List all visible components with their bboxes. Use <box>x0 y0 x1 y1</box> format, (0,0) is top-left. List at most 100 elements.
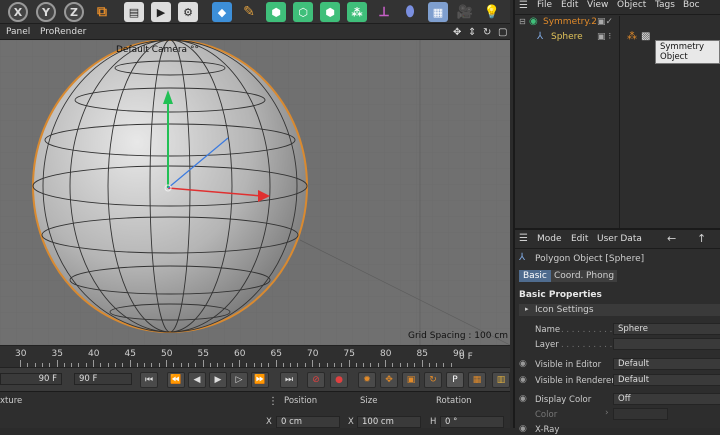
light-icon[interactable]: 💡 <box>482 2 502 22</box>
subdivision-surface-icon[interactable]: ⬢ <box>266 2 286 22</box>
coordinate-system-icon[interactable]: ⧉ <box>92 2 112 22</box>
array-icon[interactable]: ⬢ <box>320 2 340 22</box>
position-x-field[interactable]: 0 cm <box>276 416 340 428</box>
zoom-view-icon[interactable]: ⇕ <box>468 27 476 38</box>
autokey-icon[interactable]: ● <box>330 372 348 388</box>
hamburger-icon[interactable]: ☰ <box>519 233 528 244</box>
rotation-header: Rotation <box>436 396 472 406</box>
scene-icon[interactable]: ⬮ <box>400 2 420 22</box>
pen-spline-icon[interactable]: ✎ <box>239 2 259 22</box>
param-key-icon[interactable]: P <box>446 372 464 388</box>
visible-editor-select[interactable]: Default <box>613 358 720 370</box>
menu-file[interactable]: File <box>537 0 552 10</box>
keyframe-selection-icon[interactable]: ✹ <box>358 372 376 388</box>
visibility-dots-icon[interactable]: ▣ ⁝ <box>597 32 611 42</box>
3d-viewport[interactable]: Default Camera °° Grid Spacing : 100 cm <box>0 40 510 345</box>
cloner-icon[interactable]: ⁂ <box>347 2 367 22</box>
menu-edit[interactable]: Edit <box>571 234 588 244</box>
record-icon[interactable]: ⊘ <box>307 372 325 388</box>
xray-radio-icon[interactable]: ◉ <box>519 424 527 434</box>
visible-renderer-label: Visible in Renderer <box>535 376 615 386</box>
render-view-icon[interactable]: ▤ <box>124 2 144 22</box>
pla-key-icon[interactable]: ▦ <box>468 372 486 388</box>
up-arrow-icon[interactable]: ↑ <box>697 232 706 245</box>
menu-mode[interactable]: Mode <box>537 234 562 244</box>
name-field[interactable]: Sphere <box>613 323 720 335</box>
position-key-icon[interactable]: ✥ <box>380 372 398 388</box>
color-expand-icon[interactable]: › <box>605 408 609 418</box>
symmetry-icon: ◉ <box>529 16 538 27</box>
menu-boc[interactable]: Boc <box>683 0 700 10</box>
next-key-icon[interactable]: ⏩ <box>251 372 269 388</box>
collapse-icon[interactable]: ⊟ <box>519 17 526 26</box>
camera-mark: °° <box>189 45 199 55</box>
prorender-menu[interactable]: ProRender <box>40 27 86 37</box>
menu-user-data[interactable]: User Data <box>597 234 642 244</box>
layer-check-icon[interactable]: ▣✓ <box>597 17 613 27</box>
display-color-label: Display Color <box>535 395 592 405</box>
move-view-icon[interactable]: ✥ <box>453 27 461 38</box>
z-axis-lock-button[interactable]: Z <box>64 2 84 22</box>
camera-name: Default Camera <box>116 45 188 55</box>
scale-key-icon[interactable]: ▣ <box>402 372 420 388</box>
rotation-h-field[interactable]: 0 ° <box>440 416 504 428</box>
visible-renderer-radio-icon[interactable]: ◉ <box>519 375 527 385</box>
rotate-view-icon[interactable]: ↻ <box>483 27 491 38</box>
layer-field[interactable] <box>613 338 720 350</box>
layer-label: Layer <box>535 340 559 350</box>
generator-icon[interactable]: ⬡ <box>293 2 313 22</box>
menu-object[interactable]: Object <box>617 0 646 10</box>
play-icon[interactable]: ▶ <box>209 372 227 388</box>
z-axis-label: Z <box>70 5 78 19</box>
object-row-symmetry[interactable]: ⊟ ◉ Symmetry.2 ▣✓ <box>515 16 720 30</box>
render-settings-icon[interactable]: ⚙ <box>178 2 198 22</box>
visible-renderer-select[interactable]: Default <box>613 374 720 386</box>
maximize-view-icon[interactable]: ▢ <box>498 27 507 38</box>
texture-label: xture <box>0 396 23 406</box>
timeline-icon[interactable]: ▥ <box>492 372 510 388</box>
menu-edit[interactable]: Edit <box>561 0 578 10</box>
phong-tag-icon[interactable]: ⁂ <box>627 31 637 42</box>
xray-label: X-Ray <box>535 425 560 435</box>
tooltip: Symmetry Object <box>655 40 720 64</box>
viewport-header: Panel ProRender ✥ ⇕ ↻ ▢ <box>0 24 510 40</box>
hamburger-icon[interactable]: ☰ <box>519 0 528 11</box>
visible-editor-radio-icon[interactable]: ◉ <box>519 359 527 369</box>
current-frame-field[interactable]: 90 F <box>0 373 62 385</box>
icon-settings-group[interactable]: ▸ Icon Settings <box>519 304 720 316</box>
cube-primitive-icon[interactable]: ◆ <box>212 2 232 22</box>
menu-tags[interactable]: Tags <box>655 0 675 10</box>
deformer-icon[interactable]: ⟂ <box>374 2 394 22</box>
panel-menu[interactable]: Panel <box>6 27 30 37</box>
object-name: Sphere <box>551 32 583 42</box>
render-picture-viewer-icon[interactable]: ▶ <box>151 2 171 22</box>
timeline-tick-label: 40 <box>88 349 100 359</box>
tab-basic[interactable]: Basic <box>519 270 551 282</box>
display-color-radio-icon[interactable]: ◉ <box>519 394 527 404</box>
camera-icon[interactable]: 🎥 <box>455 2 475 22</box>
floor-icon[interactable]: ▦ <box>428 2 448 22</box>
display-color-select[interactable]: Off <box>613 393 720 405</box>
y-axis-lock-button[interactable]: Y <box>36 2 56 22</box>
rotation-key-icon[interactable]: ↻ <box>424 372 442 388</box>
menu-view[interactable]: View <box>587 0 608 10</box>
tab-coord[interactable]: Coord. <box>551 270 587 282</box>
name-dots: . . . . . . . . . . . <box>561 325 618 335</box>
color-swatch[interactable] <box>613 408 668 420</box>
x-axis-lock-button[interactable]: X <box>8 2 28 22</box>
tab-phong[interactable]: Phong <box>583 270 618 282</box>
next-frame-icon[interactable]: ▷ <box>230 372 248 388</box>
prev-frame-icon[interactable]: ◀ <box>188 372 206 388</box>
go-to-start-icon[interactable]: ⏮ <box>140 372 158 388</box>
prev-key-icon[interactable]: ⏪ <box>167 372 185 388</box>
timeline-ruler[interactable]: 30 35 40 45 50 55 60 65 70 75 80 85 90 0 F <box>0 345 510 368</box>
transport-bar: 90 F 90 F ⏮ ⏪ ◀ ▶ ▷ ⏩ ⏭ ⊘ ● ✹ ✥ ▣ ↻ P ▦ … <box>0 367 510 391</box>
back-arrow-icon[interactable]: ← <box>667 232 676 245</box>
texture-tag-icon[interactable]: ▩ <box>641 31 650 42</box>
end-frame-field[interactable]: 90 F <box>74 373 132 385</box>
x-pos-label: X <box>266 417 272 427</box>
size-x-field[interactable]: 100 cm <box>357 416 421 428</box>
go-to-end-icon[interactable]: ⏭ <box>280 372 298 388</box>
timeline-tick-label: 35 <box>51 349 63 359</box>
object-name: Symmetry.2 <box>543 17 597 27</box>
